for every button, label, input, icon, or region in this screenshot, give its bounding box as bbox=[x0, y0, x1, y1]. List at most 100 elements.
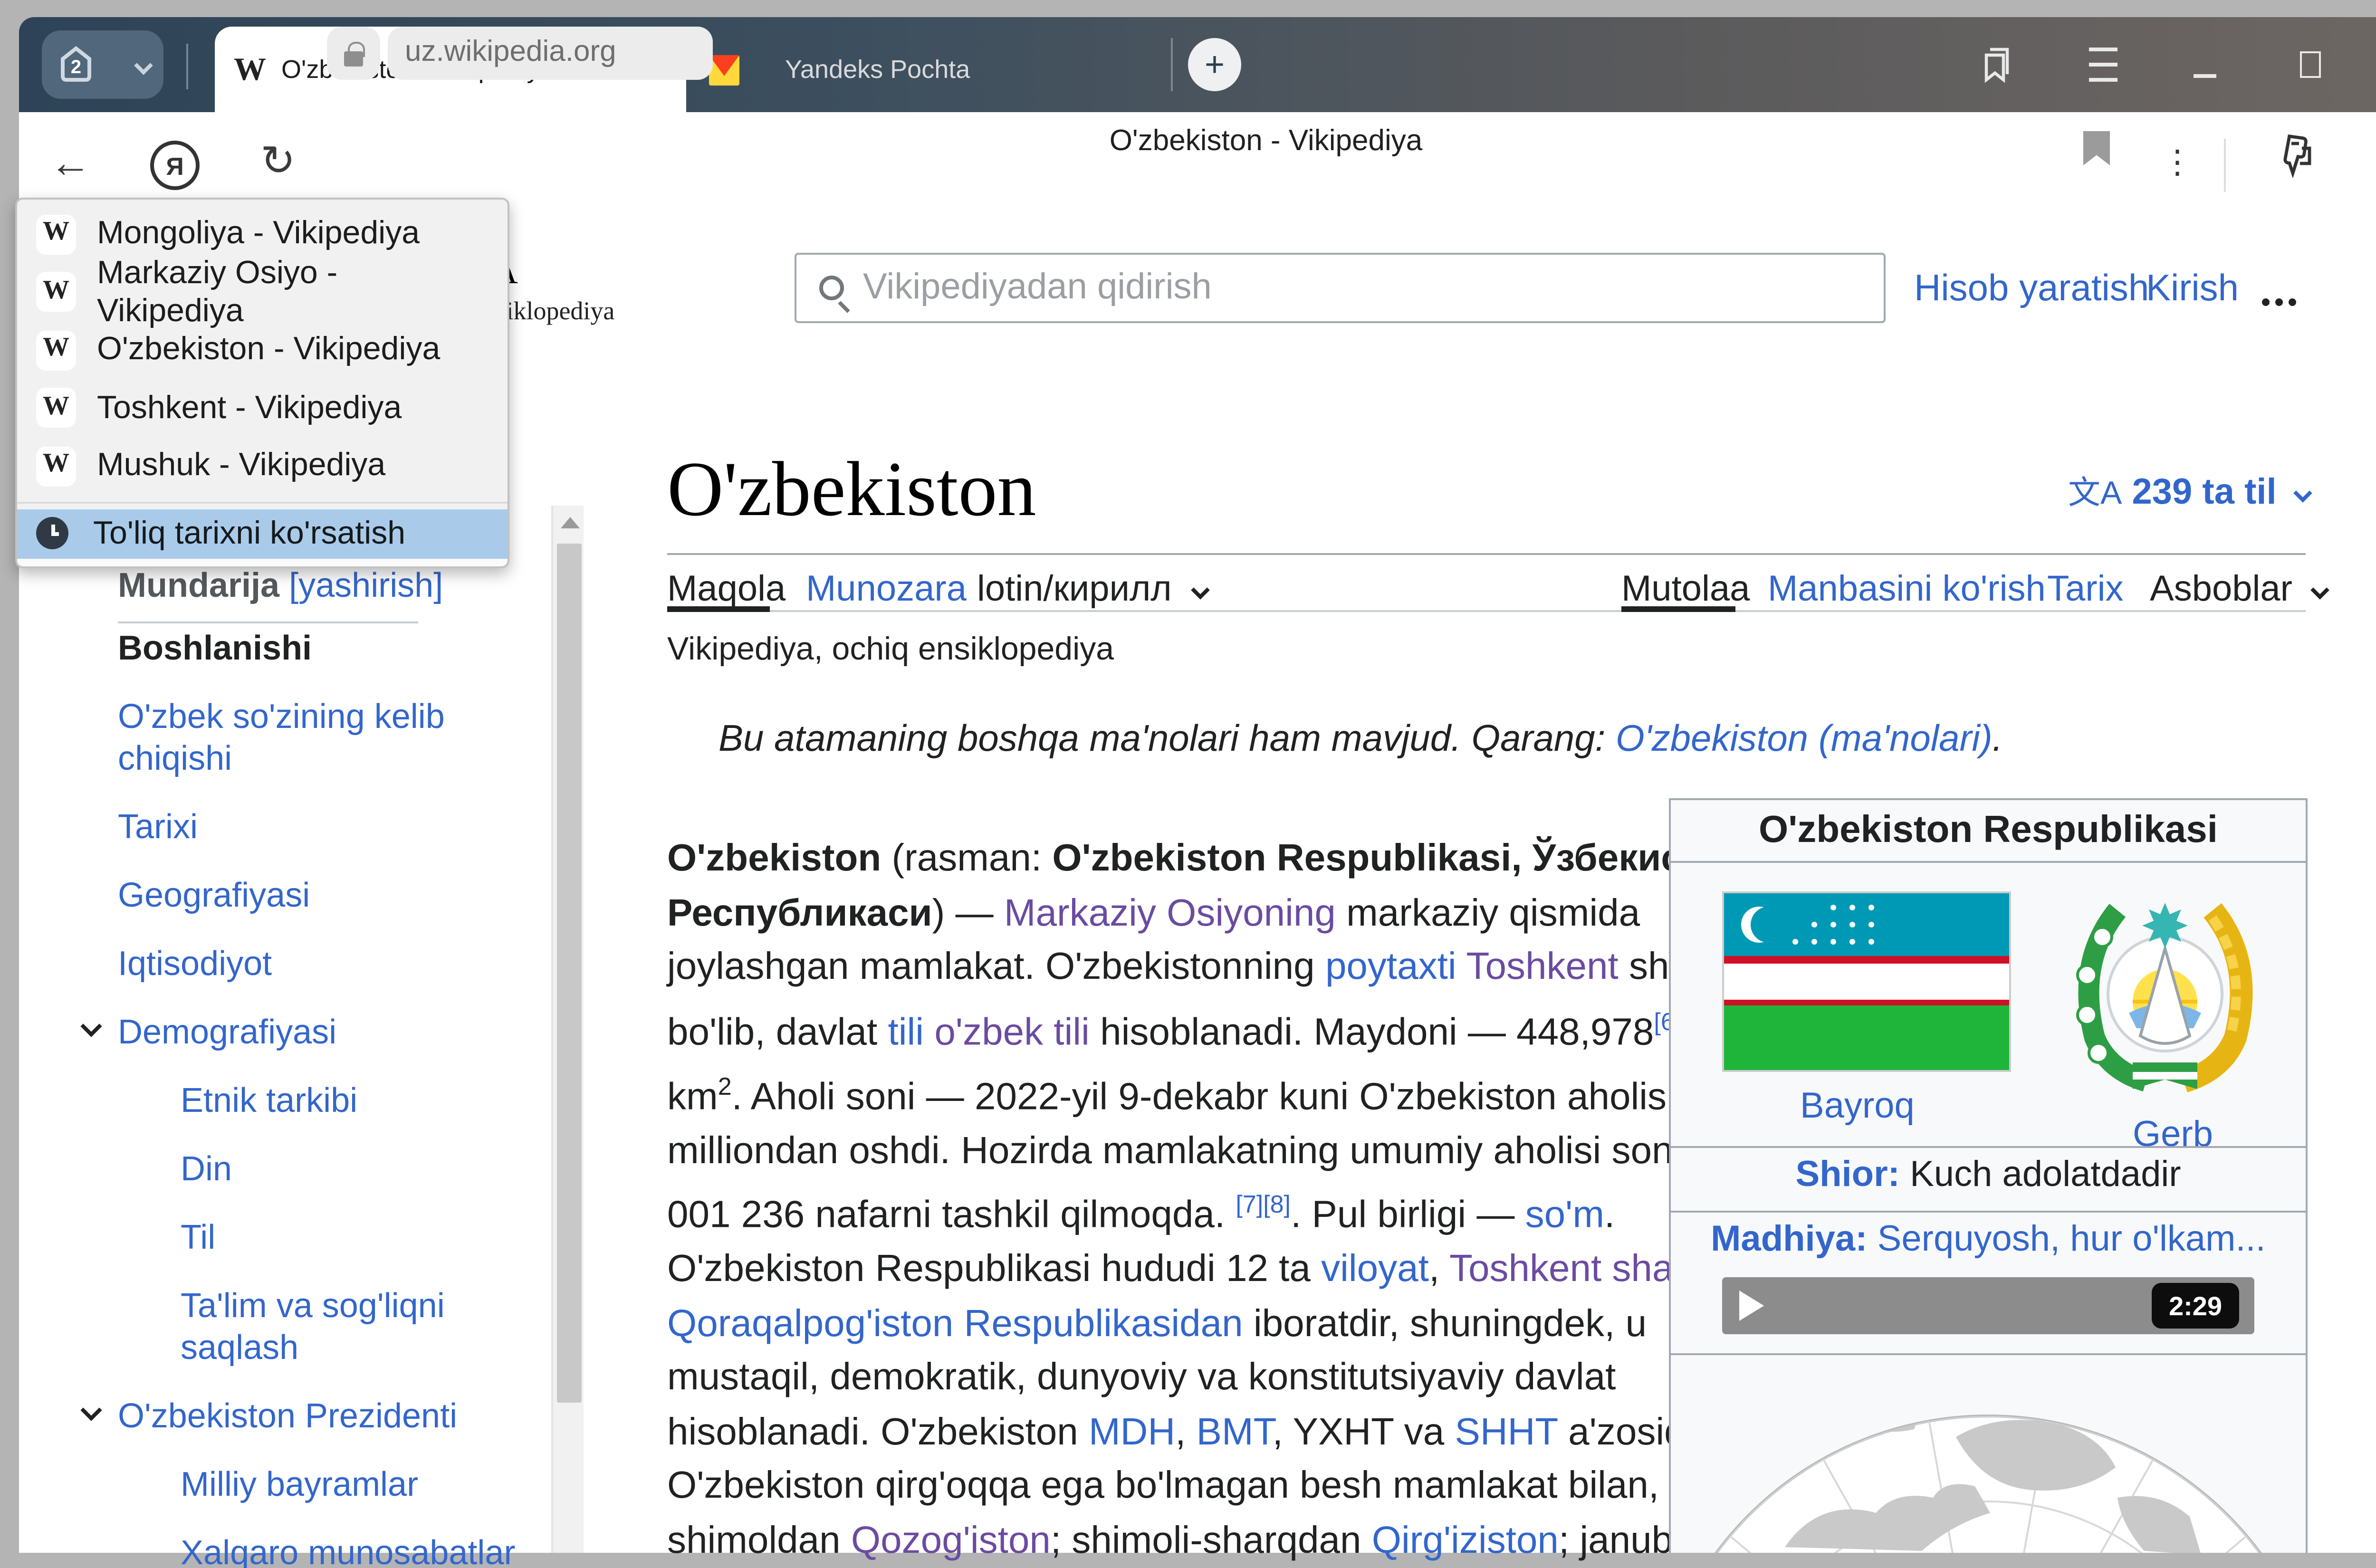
play-icon[interactable] bbox=[1739, 1291, 1764, 1321]
page-menu-button[interactable]: ⋮ bbox=[2161, 144, 2194, 182]
article-text-line: O'zbekiston (rasman: O'zbekiston Respubl… bbox=[667, 832, 1766, 887]
tab-maqola[interactable]: Maqola bbox=[667, 570, 786, 612]
flag-caption-link[interactable]: Bayroq bbox=[1800, 1087, 1915, 1129]
toc-item-label: Geografiyasi bbox=[118, 876, 310, 914]
show-full-history-item[interactable]: To'liq tarixni ko'rsatish bbox=[17, 508, 508, 558]
article-text-line: shimoldan Qozog'iston; shimoli-sharqdan … bbox=[667, 1515, 1766, 1568]
toc-item[interactable]: Ta'lim va sog'liqni saqlash bbox=[78, 1285, 549, 1368]
maximize-button[interactable] bbox=[2279, 17, 2340, 112]
uzbekistan-emblem-image[interactable] bbox=[2060, 876, 2270, 1100]
text-segment: O'zbekiston qirg'oqqa ega bo'lmagan besh… bbox=[667, 1466, 1757, 1508]
article-link[interactable]: Markaziy Osiyoning bbox=[1004, 892, 1336, 934]
minimize-icon bbox=[2194, 74, 2216, 78]
back-button[interactable]: ← bbox=[49, 143, 91, 184]
tab-tarix[interactable]: Tarix bbox=[2047, 570, 2124, 612]
chevron-down-icon bbox=[2311, 581, 2330, 600]
password-manager-button[interactable] bbox=[2270, 133, 2315, 192]
chevron-down-icon[interactable] bbox=[80, 1015, 102, 1037]
chevron-down-icon[interactable] bbox=[80, 1399, 102, 1421]
toc-item[interactable]: Tarixi bbox=[78, 806, 549, 848]
tab-mutolaa[interactable]: Mutolaa bbox=[1621, 570, 1750, 612]
toc-item[interactable]: Xalqaro munosabatlar bbox=[78, 1532, 549, 1568]
article-link[interactable]: tili bbox=[888, 1012, 924, 1053]
anthem-title-link[interactable]: Serquyosh, hur o'lkam... bbox=[1868, 1220, 2266, 1260]
toc-item-label: O'zbekiston Prezidenti bbox=[118, 1397, 457, 1435]
maximize-icon bbox=[2299, 51, 2320, 78]
emblem-caption-link[interactable]: Gerb bbox=[2133, 1116, 2213, 1157]
key-icon bbox=[2270, 133, 2315, 182]
language-selector[interactable]: 文A 239 ta til bbox=[2068, 466, 2309, 515]
toc-item[interactable]: Iqtisodiyot bbox=[78, 943, 549, 985]
bookmark-button[interactable] bbox=[2083, 131, 2110, 165]
article-link[interactable]: O'zbekiston (ma'nolari) bbox=[1616, 718, 1993, 760]
search-bar[interactable]: Vikipediyadan qidirish bbox=[795, 253, 1886, 323]
yandex-browser-icon[interactable]: Я bbox=[150, 141, 200, 190]
article-link[interactable]: o'zbek tili bbox=[934, 1012, 1090, 1053]
toc-item[interactable]: O'zbekiston Prezidenti bbox=[78, 1395, 549, 1437]
address-bar[interactable]: uz.wikipedia.org bbox=[388, 27, 713, 80]
article-text-line: milliondan oshdi. Hozirda mamlakatning u… bbox=[667, 1125, 1766, 1179]
article-text-line: bo'lib, davlat tili o'zbek tili hisoblan… bbox=[667, 995, 1766, 1060]
scroll-up-icon[interactable] bbox=[560, 517, 579, 528]
wikipedia-favicon: W bbox=[36, 446, 76, 486]
toc-scrollbar-thumb[interactable] bbox=[557, 544, 582, 1403]
history-item-label: Markaziy Osiyo - Vikipediya bbox=[97, 254, 489, 330]
text-segment: markaziy qismida bbox=[1336, 892, 1640, 934]
article-link[interactable]: Qozog'iston bbox=[851, 1520, 1051, 1562]
location-map[interactable] bbox=[1671, 1365, 2306, 1553]
motto-text: Kuch adolatdadir bbox=[1900, 1156, 2181, 1195]
anthem-label-link[interactable]: Madhiya: bbox=[1711, 1220, 1867, 1260]
toc-item[interactable]: Demografiyasi bbox=[78, 1011, 549, 1053]
create-account-link[interactable]: Hisob yaratish bbox=[1914, 268, 2149, 312]
history-item[interactable]: WToshkent - Vikipediya bbox=[17, 379, 508, 437]
text-segment: Bu atamaning boshqa ma'nolari ham mavjud… bbox=[719, 718, 1616, 760]
article-link[interactable]: viloyat bbox=[1321, 1250, 1429, 1291]
text-segment: km bbox=[667, 1076, 718, 1118]
history-item[interactable]: WMushuk - Vikipediya bbox=[17, 437, 508, 495]
tab-manbasini-korish[interactable]: Manbasini ko'rish bbox=[1768, 570, 2046, 612]
toc-item-active[interactable]: Boshlanishi bbox=[78, 627, 549, 669]
more-options-button[interactable] bbox=[2258, 281, 2298, 316]
collections-button[interactable] bbox=[1967, 17, 2028, 112]
toc-hide-link[interactable]: [yashirish] bbox=[289, 566, 443, 604]
article-link[interactable]: SHHT bbox=[1455, 1412, 1558, 1454]
tab-variant-selector[interactable]: lotin/кирилл bbox=[977, 570, 1207, 612]
toc-item[interactable]: Etnik tarkibi bbox=[78, 1080, 549, 1121]
new-tab-button[interactable]: + bbox=[1188, 38, 1241, 91]
browser-menu-button[interactable] bbox=[2072, 17, 2133, 112]
site-security-button[interactable] bbox=[327, 27, 380, 80]
toolbar-page-title: O'zbekiston - Vikipediya bbox=[886, 125, 1646, 160]
history-clock-icon bbox=[36, 517, 68, 549]
audio-player[interactable]: 2:29 bbox=[1722, 1277, 2254, 1334]
toc-scrollbar[interactable] bbox=[551, 506, 584, 1553]
tab-yandeks-pochta[interactable]: Yandeks Pochta bbox=[694, 27, 1169, 112]
article-link[interactable]: MDH bbox=[1089, 1412, 1175, 1454]
motto-label-link[interactable]: Shior: bbox=[1795, 1156, 1900, 1195]
toc-item-label: Iqtisodiyot bbox=[118, 945, 272, 983]
reload-button[interactable]: ↻ bbox=[260, 141, 296, 182]
menu-separator bbox=[17, 501, 508, 503]
article-link[interactable]: BMT bbox=[1197, 1412, 1273, 1454]
uzbekistan-flag-image[interactable] bbox=[1722, 891, 2011, 1072]
tab-group-button[interactable]: 2 bbox=[42, 30, 163, 99]
search-placeholder: Vikipediyadan qidirish bbox=[863, 267, 1212, 309]
minimize-button[interactable] bbox=[2175, 17, 2235, 112]
tab-asboblar[interactable]: Asboblar bbox=[2150, 570, 2327, 612]
tab-munozara[interactable]: Munozara bbox=[806, 570, 967, 612]
toc-item[interactable]: Din bbox=[78, 1148, 549, 1190]
article-link[interactable]: [7][8] bbox=[1236, 1190, 1291, 1219]
login-link[interactable]: Kirish bbox=[2146, 268, 2239, 312]
article-link[interactable]: poytaxti bbox=[1325, 947, 1456, 988]
article-text-line: hisoblanadi. O'zbekiston MDH, BMT, YXHT … bbox=[667, 1406, 1766, 1461]
article-text-line: O'zbekiston qirg'oqqa ega bo'lmagan besh… bbox=[667, 1461, 1766, 1515]
toc-item[interactable]: Geografiyasi bbox=[78, 874, 549, 916]
wikipedia-favicon: W bbox=[36, 330, 76, 370]
history-item[interactable]: WMarkaziy Osiyo - Vikipediya bbox=[17, 263, 508, 321]
toc-item[interactable]: O'zbek so'zining kelib chiqishi bbox=[78, 696, 549, 779]
article-link[interactable]: Qoraqalpog'iston Respublikasidan bbox=[667, 1304, 1243, 1346]
article-link[interactable]: so'm bbox=[1525, 1195, 1604, 1237]
toc-item[interactable]: Milliy bayramlar bbox=[78, 1463, 549, 1505]
toc-item[interactable]: Til bbox=[78, 1216, 549, 1258]
article-link[interactable]: Toshkent bbox=[1466, 947, 1619, 988]
article-link[interactable]: Qirg'iziston bbox=[1372, 1520, 1559, 1562]
